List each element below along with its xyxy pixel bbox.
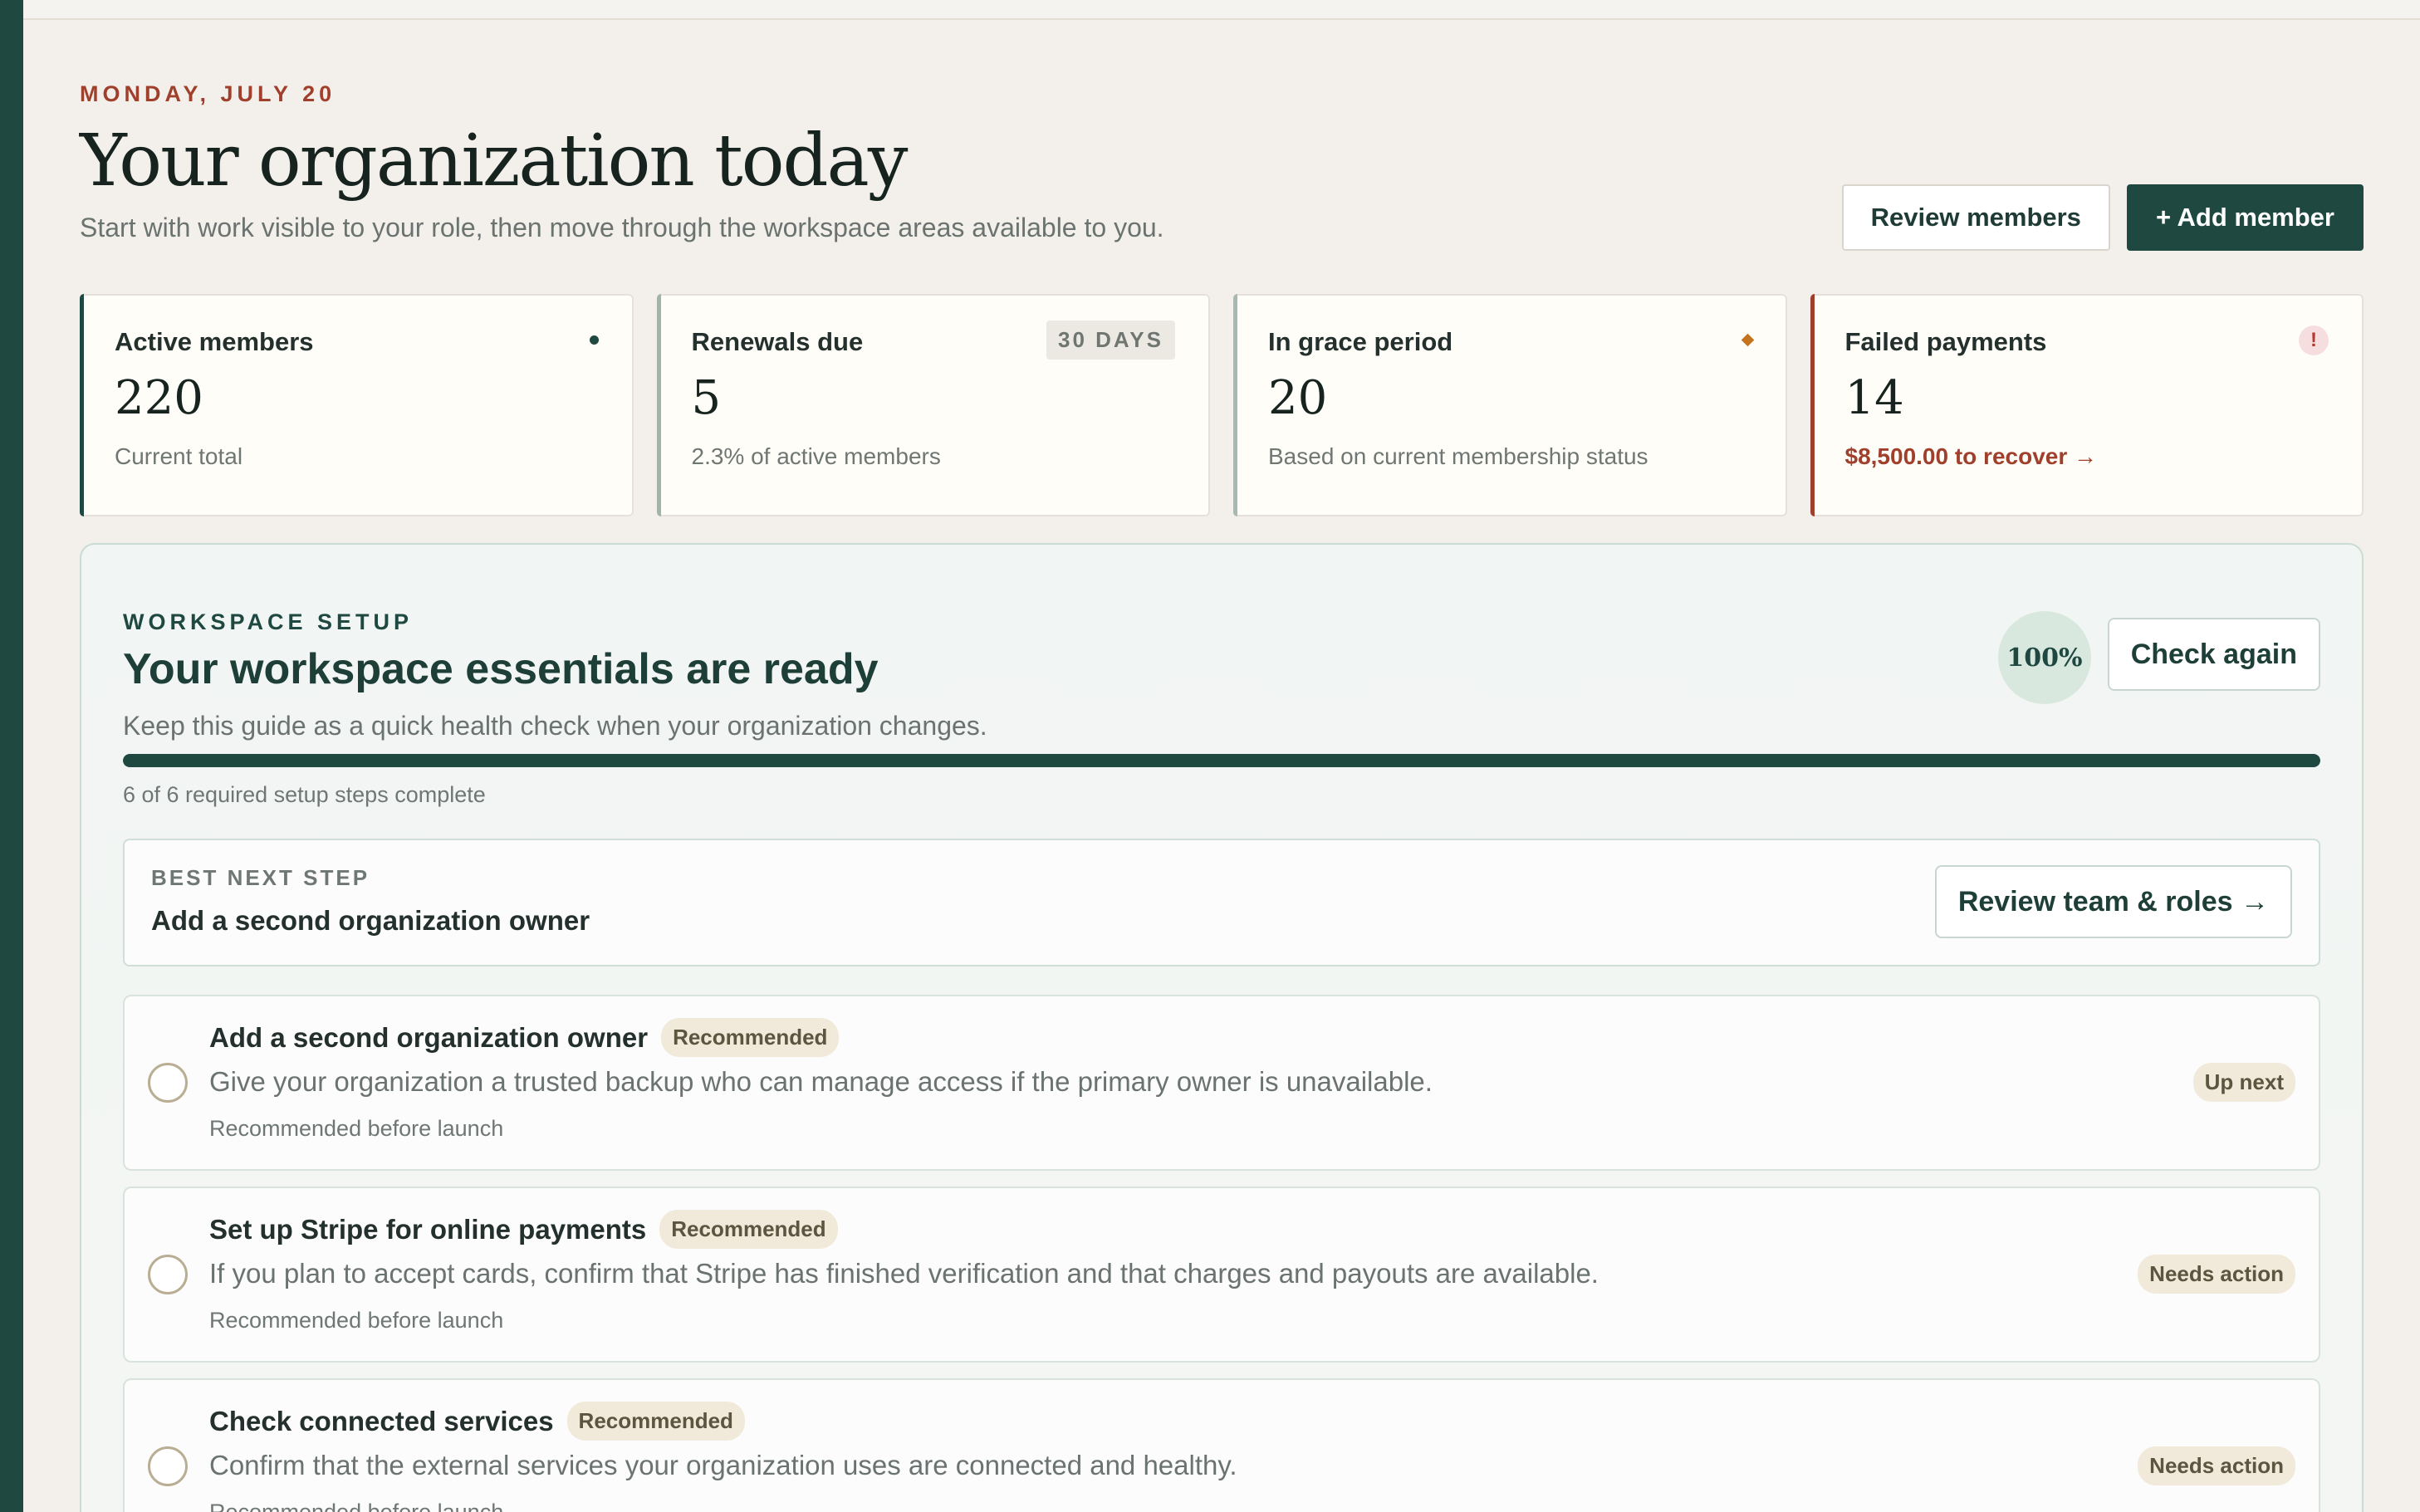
exclamation-icon: ! (2299, 325, 2329, 355)
stat-value: 5 (691, 371, 722, 425)
completion-percent: 100% (1998, 611, 2091, 704)
stat-accent (80, 294, 84, 516)
stat-indicator: 30 DAYS (1046, 321, 1175, 360)
stat-card-grace-period[interactable]: In grace period 20 Based on current memb… (1233, 294, 1787, 516)
setup-subtitle: Keep this guide as a quick health check … (123, 711, 987, 741)
stat-card-renewals-due[interactable]: Renewals due 5 2.3% of active members 30… (656, 294, 1210, 516)
task-status-badge: Needs action (2138, 1255, 2295, 1294)
setup-eyebrow: WORKSPACE SETUP (123, 609, 414, 634)
task-note: Recommended before launch (209, 1500, 504, 1512)
task-checkbox[interactable] (148, 1446, 188, 1486)
task-description: If you plan to accept cards, confirm tha… (209, 1258, 1599, 1289)
task-title-row: Check connected services Recommended (209, 1402, 745, 1441)
page-subtitle: Start with work visible to your role, th… (80, 213, 1164, 242)
best-next-step: BEST NEXT STEP Add a second organization… (123, 839, 2320, 966)
recommended-tag: Recommended (566, 1402, 745, 1441)
setup-task[interactable]: Set up Stripe for online payments Recomm… (123, 1187, 2320, 1363)
setup-task[interactable]: Check connected services Recommended Con… (123, 1378, 2320, 1512)
review-members-button[interactable]: Review members (1841, 184, 2110, 251)
recommended-tag: Recommended (661, 1018, 840, 1057)
stat-note: Current total (115, 443, 243, 469)
review-team-roles-button[interactable]: Review team & roles → (1934, 865, 2292, 938)
stat-card-failed-payments[interactable]: Failed payments 14 $8,500.00 to recover … (1810, 294, 2364, 516)
app-sidebar-edge (0, 0, 23, 1512)
dot-icon (589, 335, 599, 345)
stat-label: In grace period (1268, 327, 1453, 356)
diamond-icon (1741, 333, 1754, 347)
stat-accent (656, 294, 661, 516)
task-title: Check connected services (209, 1405, 554, 1436)
setup-title: Your workspace essentials are ready (123, 645, 879, 693)
stat-label: Failed payments (1844, 327, 2047, 356)
task-note: Recommended before launch (209, 1308, 504, 1333)
stat-note: Based on current membership status (1268, 443, 1648, 469)
progress-text: 6 of 6 required setup steps complete (123, 782, 486, 807)
stat-value: 20 (1268, 371, 1328, 425)
stat-card-active-members[interactable]: Active members 220 Current total (80, 294, 634, 516)
top-bar (23, 0, 2420, 20)
stat-indicator: ! (2299, 325, 2329, 355)
stat-value: 220 (115, 371, 203, 425)
task-title-row: Add a second organization owner Recommen… (209, 1018, 840, 1057)
recover-link[interactable]: $8,500.00 to recover → (1845, 443, 2329, 470)
setup-task[interactable]: Add a second organization owner Recommen… (123, 995, 2320, 1171)
task-checkbox[interactable] (148, 1063, 188, 1103)
stat-indicator (589, 325, 599, 345)
add-member-button[interactable]: + Add member (2126, 184, 2364, 251)
task-description: Confirm that the external services your … (209, 1450, 1237, 1480)
task-note: Recommended before launch (209, 1116, 504, 1141)
task-title: Add a second organization owner (209, 1021, 649, 1053)
stats-row: Active members 220 Current total Renewal… (80, 294, 2364, 516)
task-checkbox[interactable] (148, 1255, 188, 1294)
task-status-badge: Up next (2192, 1063, 2295, 1102)
check-again-button[interactable]: Check again (2107, 618, 2320, 691)
stat-label: Active members (115, 327, 314, 356)
stat-accent (1810, 294, 1815, 516)
next-step-eyebrow: BEST NEXT STEP (151, 865, 370, 890)
task-title: Set up Stripe for online payments (209, 1213, 647, 1245)
stat-indicator (1741, 325, 1754, 347)
task-description: Give your organization a trusted backup … (209, 1066, 1433, 1097)
setup-progress-fill (123, 754, 2320, 767)
workspace-setup-panel: WORKSPACE SETUP Your workspace essential… (80, 543, 2364, 1512)
recommended-tag: Recommended (659, 1210, 838, 1249)
stat-accent (1233, 294, 1237, 516)
days-badge: 30 DAYS (1046, 321, 1175, 360)
header-actions: Review members + Add member (1841, 184, 2364, 251)
task-status-badge: Needs action (2138, 1446, 2295, 1485)
next-step-title: Add a second organization owner (151, 905, 590, 936)
stat-note: 2.3% of active members (691, 443, 941, 469)
page-title: Your organization today (80, 120, 908, 203)
stat-value: 14 (1844, 371, 1904, 425)
date-eyebrow: MONDAY, JULY 20 (80, 81, 336, 106)
task-title-row: Set up Stripe for online payments Recomm… (209, 1210, 838, 1249)
setup-progress-bar (123, 754, 2320, 767)
